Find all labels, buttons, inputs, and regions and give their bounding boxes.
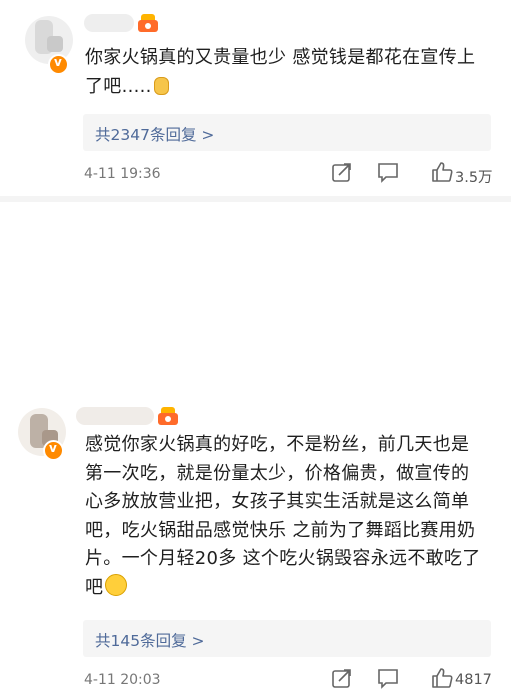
comment-text-line: 吧，吃火锅甜品感觉快乐 之前为了舞蹈比赛用奶: [85, 519, 476, 541]
like-icon[interactable]: [430, 666, 454, 690]
comment-item: 感觉你家火锅真的好吃，不是粉丝，前几天也是 第一次吃，就是份量太少，价格偏贵，做…: [0, 196, 511, 689]
username-blurred[interactable]: [76, 407, 154, 425]
share-icon[interactable]: [330, 666, 354, 690]
sweat-emoji-icon: [153, 76, 169, 95]
comment-text-line: 了吧.....: [85, 75, 152, 97]
replies-button[interactable]: 共2347条回复 >: [83, 114, 491, 151]
comment-text-line: 感觉你家火锅真的好吃，不是粉丝，前几天也是: [85, 434, 470, 455]
replies-label: 共145条回复 >: [95, 632, 205, 650]
crown-icon: [158, 407, 178, 425]
comment-text: 感觉你家火锅真的好吃，不是粉丝，前几天也是 第一次吃，就是份量太少，价格偏贵，做…: [85, 431, 500, 602]
comment-icon[interactable]: [376, 666, 400, 690]
comment-item: 你家火锅真的又贵量也少 感觉钱是都花在宣传上 了吧..... 共2347条回复 …: [0, 0, 511, 196]
comment-date: 4-11 20:03: [84, 672, 161, 688]
comment-text-line: 你家火锅真的又贵量也少 感觉钱是都花在宣传上: [85, 47, 476, 68]
comment-text: 你家火锅真的又贵量也少 感觉钱是都花在宣传上 了吧.....: [85, 44, 495, 101]
like-count: 3.5万: [455, 170, 493, 186]
replies-button[interactable]: 共145条回复 >: [83, 620, 491, 657]
username-blurred[interactable]: [84, 14, 134, 32]
laugh-cry-emoji-icon: [105, 573, 128, 596]
comment-text-line: 第一次吃，就是份量太少，价格偏贵，做宣传的: [85, 462, 470, 484]
comment-text-line: 心多放放营业把，女孩子其实生活就是这么简单: [85, 491, 470, 512]
verified-badge-icon: [48, 54, 69, 75]
replies-label: 共2347条回复 >: [95, 126, 215, 144]
verified-badge-icon: [43, 440, 64, 461]
like-count: 4817: [455, 672, 492, 688]
like-icon[interactable]: [430, 160, 454, 184]
share-icon[interactable]: [330, 160, 354, 184]
comment-text-line: 片。一个月轻20多 这个吃火锅毁容永远不敢吃了: [85, 548, 481, 569]
crown-icon: [138, 14, 158, 32]
comment-icon[interactable]: [376, 160, 400, 184]
comment-date: 4-11 19:36: [84, 166, 161, 182]
comment-text-line: 吧: [85, 576, 104, 598]
